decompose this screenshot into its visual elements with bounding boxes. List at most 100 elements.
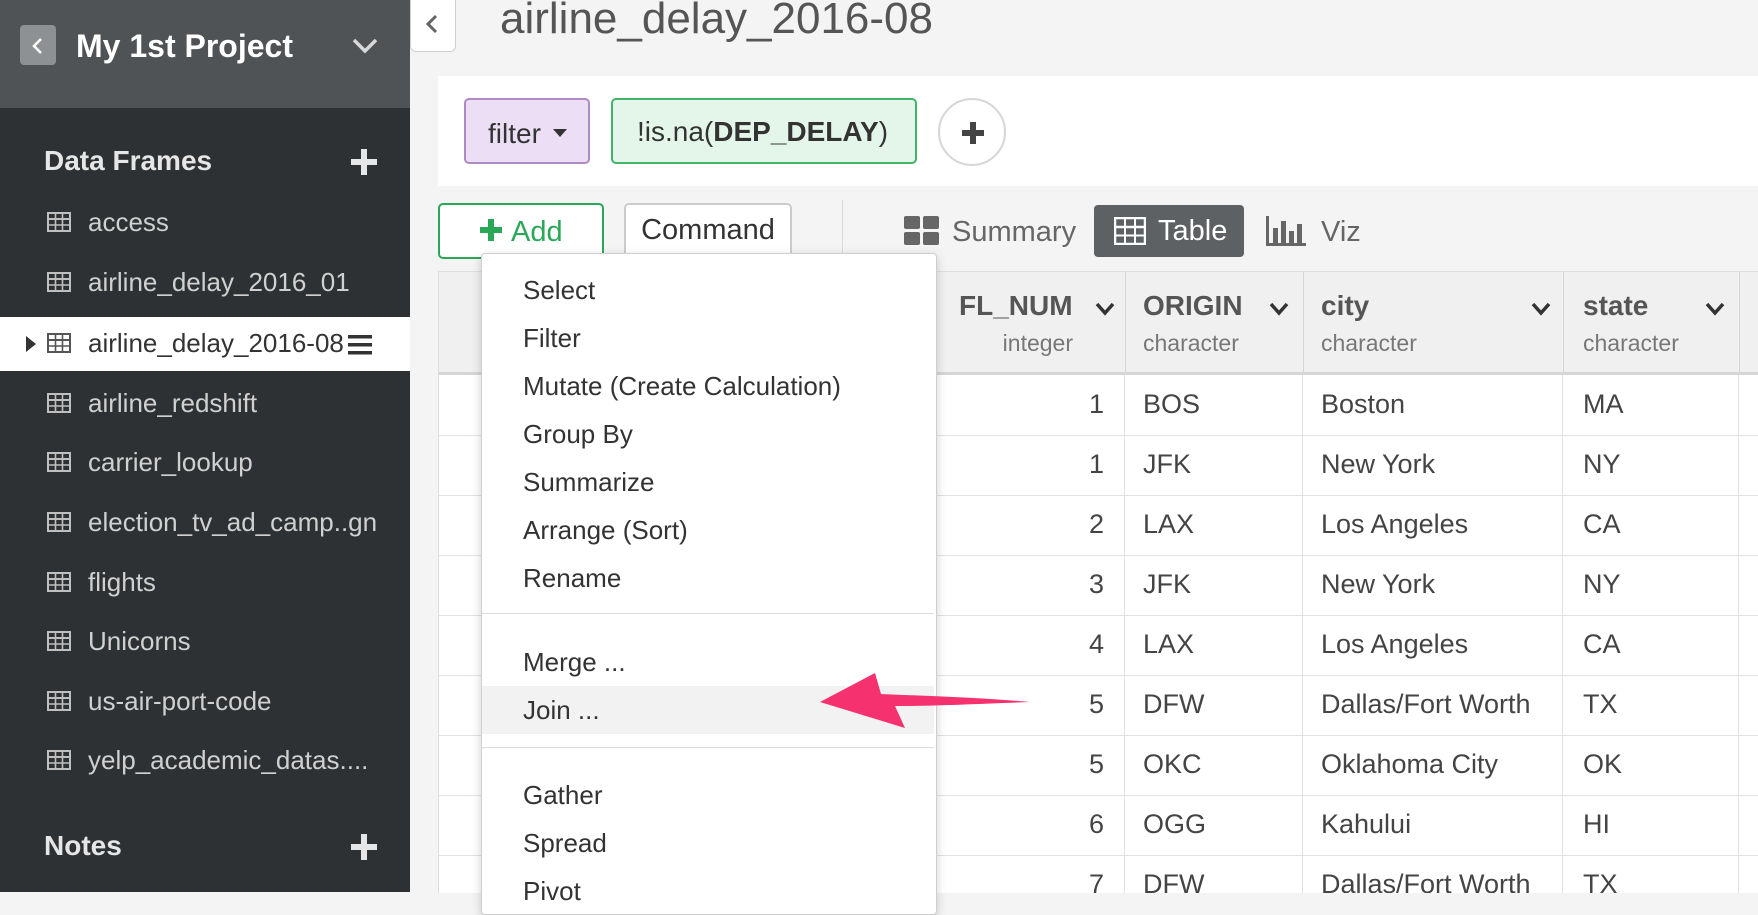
caret-right-icon[interactable] (26, 336, 36, 352)
table-cell-origin: JFK (1125, 435, 1303, 495)
chevron-down-icon[interactable] (1705, 302, 1725, 316)
viz-view-label: Viz (1321, 216, 1361, 248)
table-view-tab[interactable]: Table (1094, 205, 1244, 257)
sidebar-item-data-frame[interactable]: Unicorns (0, 615, 410, 669)
table-cell-origin: OKC (1125, 735, 1303, 795)
menu-divider (482, 613, 934, 614)
menu-item[interactable]: Rename (482, 554, 934, 602)
column-header-fl-num[interactable]: FL_NUM integer (933, 272, 1126, 372)
bar-chart-icon (1266, 216, 1306, 246)
menu-item-label: Gather (523, 780, 603, 810)
table-cell-city: New York (1303, 555, 1563, 615)
chevron-down-icon[interactable] (1095, 302, 1115, 316)
chevron-down-icon[interactable] (1531, 302, 1551, 316)
collapse-sidebar-button[interactable] (410, 0, 456, 52)
menu-item[interactable]: Arrange (Sort) (482, 506, 934, 554)
project-header: My 1st Project (0, 0, 410, 108)
table-cell-fl-num: 1 (933, 375, 1125, 435)
table-grid-icon (1114, 217, 1146, 245)
menu-item-label: Rename (523, 563, 622, 593)
chevron-down-icon[interactable] (1269, 302, 1289, 316)
back-button[interactable] (20, 25, 56, 65)
menu-item[interactable]: Gather (482, 771, 934, 819)
table-cell-origin: DFW (1125, 675, 1303, 735)
sidebar-item-label: yelp_academic_datas.... (88, 745, 369, 775)
column-header-state[interactable]: state character (1563, 272, 1740, 372)
step-expression[interactable]: !is.na(DEP_DELAY) (611, 98, 917, 164)
table-cell-city: Los Angeles (1303, 615, 1563, 675)
annotation-arrow-icon (820, 673, 1030, 728)
menu-item-label: Merge ... (523, 647, 626, 677)
menu-divider (482, 747, 934, 748)
sidebar-item-label: carrier_lookup (88, 447, 253, 477)
table-cell-state: TX (1563, 855, 1739, 893)
sidebar-item-data-frame[interactable]: election_tv_ad_camp..gn (0, 496, 410, 550)
step-type-dropdown[interactable]: filter (464, 98, 590, 164)
table-cell-fl-num: 5 (933, 735, 1125, 795)
add-note-icon[interactable] (350, 833, 378, 861)
table-cell-city: Oklahoma City (1303, 735, 1563, 795)
caret-down-icon (553, 129, 567, 137)
sidebar-item-label: us-air-port-code (88, 686, 272, 716)
menu-item[interactable]: Filter (482, 314, 934, 362)
page-title: airline_delay_2016-08 (500, 0, 933, 43)
menu-item[interactable]: Pivot (482, 867, 934, 915)
sidebar-item-data-frame[interactable]: airline_delay_2016_01 (0, 256, 410, 310)
add-button[interactable]: Add (438, 203, 604, 259)
expr-column: DEP_DELAY (713, 116, 879, 147)
add-step-button[interactable] (938, 98, 1006, 166)
add-step-menu: Select Filter Mutate (Create Calculation) G… (481, 253, 937, 915)
menu-item-label: Arrange (Sort) (523, 515, 688, 545)
column-type: character (1583, 330, 1679, 356)
table-grid-icon (47, 393, 71, 413)
add-data-frame-icon[interactable] (350, 148, 378, 176)
table-cell-state: CA (1563, 615, 1739, 675)
menu-item[interactable]: Select (482, 266, 934, 314)
sidebar-item-data-frame[interactable]: yelp_academic_datas.... (0, 734, 410, 788)
table-cell-fl-num: 1 (933, 435, 1125, 495)
table-cell-state: OK (1563, 735, 1739, 795)
menu-item-label: Summarize (523, 467, 655, 497)
column-type: integer (1002, 330, 1073, 356)
project-title: My 1st Project (76, 28, 293, 64)
table-cell-state: NY (1563, 435, 1739, 495)
column-type: character (1143, 330, 1239, 356)
menu-item-label: Select (523, 275, 596, 305)
sidebar-item-data-frame[interactable]: airline_delay_2016-08 (0, 317, 410, 371)
column-header-origin[interactable]: ORIGIN character (1125, 272, 1304, 372)
column-name: ORIGIN (1143, 290, 1243, 321)
sidebar-item-data-frame[interactable]: us-air-port-code (0, 675, 410, 729)
table-cell-city: Los Angeles (1303, 495, 1563, 555)
menu-item[interactable]: Spread (482, 819, 934, 867)
command-button[interactable]: Command (624, 203, 792, 259)
table-grid-icon (47, 333, 71, 353)
table-cell-origin: DFW (1125, 855, 1303, 893)
sidebar-item-data-frame[interactable]: carrier_lookup (0, 436, 410, 490)
table-cell-state: CA (1563, 495, 1739, 555)
sidebar-item-data-frame[interactable]: flights (0, 556, 410, 610)
table-cell-state: TX (1563, 675, 1739, 735)
table-cell-fl-num: 7 (933, 855, 1125, 893)
table-cell-state: NY (1563, 555, 1739, 615)
sidebar-item-label: airline_delay_2016-08 (88, 328, 344, 358)
sidebar-item-label: election_tv_ad_camp..gn (88, 507, 378, 537)
chevron-down-icon[interactable] (352, 38, 378, 54)
sidebar-item-label: flights (88, 567, 156, 597)
column-header-city[interactable]: city character (1303, 272, 1564, 372)
menu-item[interactable]: Group By (482, 410, 934, 458)
menu-item[interactable]: Summarize (482, 458, 934, 506)
expr-suffix: ) (878, 116, 889, 147)
table-cell-origin: JFK (1125, 555, 1303, 615)
table-cell-state: HI (1563, 795, 1739, 855)
column-name: state (1583, 290, 1649, 321)
menu-item-label: Spread (523, 828, 607, 858)
sidebar-item-data-frame[interactable]: access (0, 196, 410, 250)
menu-item-label: Group By (523, 419, 633, 449)
table-cell-city: New York (1303, 435, 1563, 495)
hamburger-icon[interactable] (348, 335, 372, 355)
menu-item[interactable]: Mutate (Create Calculation) (482, 362, 934, 410)
table-cell-origin: LAX (1125, 615, 1303, 675)
column-type: character (1321, 330, 1417, 356)
sidebar-item-data-frame[interactable]: airline_redshift (0, 377, 410, 431)
plus-icon (962, 122, 984, 144)
